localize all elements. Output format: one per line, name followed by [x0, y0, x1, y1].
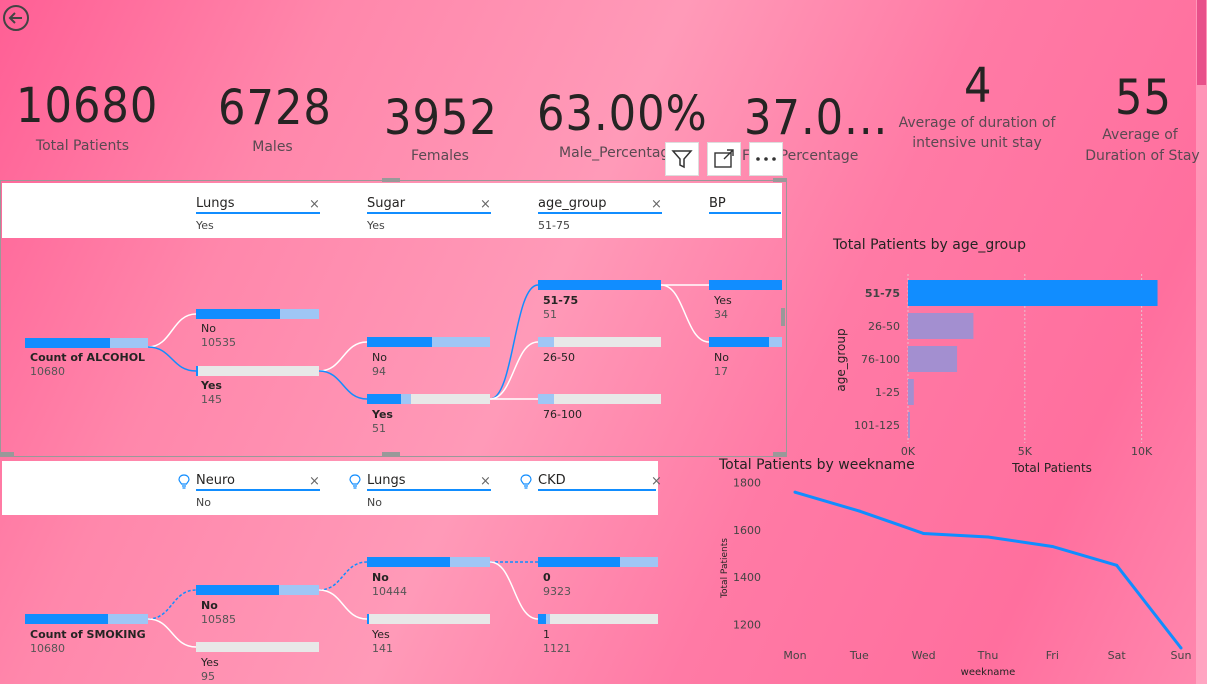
tree2-node-value: 10444 — [372, 585, 407, 598]
bar[interactable] — [908, 379, 914, 405]
tree2-node-bar[interactable] — [538, 614, 658, 624]
kpi-avg-stay-label: Average of — [1102, 127, 1178, 143]
tree2-node-label: 1 — [543, 628, 550, 641]
weekname-line-chart[interactable]: 1800 1600 1400 1200 Mon Tue Wed Thu Fri Sat Sun Tot… — [705, 478, 1195, 682]
y-tick-label: 76-100 — [861, 353, 900, 366]
x-axis-label: Total Patients — [1011, 461, 1092, 475]
x-tick-label: Sat — [1108, 649, 1127, 662]
y-tick-label: 51-75 — [865, 287, 900, 300]
data-point[interactable] — [1115, 563, 1119, 567]
series-line[interactable] — [794, 490, 1183, 649]
y-axis-label: Total Patients — [720, 538, 730, 599]
weekname-chart-title: Total Patients by weekname — [719, 457, 915, 473]
x-tick-label: 10K — [1131, 445, 1153, 458]
tree2-node-bar[interactable] — [367, 557, 490, 567]
data-point[interactable] — [922, 531, 926, 535]
age-group-chart-title: Total Patients by age_group — [833, 237, 1026, 253]
data-point[interactable] — [986, 535, 990, 539]
tree2-node-bar[interactable] — [538, 557, 658, 567]
x-tick-label: Tue — [849, 649, 869, 662]
y-axis-label: age_group — [834, 328, 848, 391]
tree2-connectors — [147, 561, 539, 648]
kpi-avg-stay-label-line2: Duration of Stay — [1085, 148, 1200, 164]
kpi-icu-duration-label-line2: intensive unit stay — [912, 135, 1042, 151]
tree2-node-value: 10585 — [201, 613, 236, 626]
data-point[interactable] — [1179, 646, 1183, 650]
x-tick-label: Thu — [977, 649, 999, 662]
data-point[interactable] — [793, 490, 797, 494]
tree2-node-value: 1121 — [543, 642, 571, 655]
tree2-node-value: 95 — [201, 670, 215, 683]
scrollbar-thumb[interactable] — [1197, 0, 1206, 85]
tree2-node-label: No — [372, 571, 389, 584]
x-tick-label: Sun — [1171, 649, 1192, 662]
y-tick-label: 1400 — [733, 571, 761, 584]
kpi-icu-duration-value: 4 — [964, 58, 993, 114]
tree2-node-label: Yes — [201, 656, 219, 669]
tree2-node-label: 0 — [543, 571, 551, 584]
scrollbar[interactable] — [1196, 0, 1207, 684]
y-tick-label: 1600 — [733, 524, 761, 537]
y-tick-label: 1200 — [733, 618, 761, 631]
tree2-node-bar[interactable] — [196, 642, 319, 652]
bar[interactable] — [908, 280, 1158, 306]
tree2-node-label: No — [201, 599, 218, 612]
tree2-node-value: 141 — [372, 642, 393, 655]
x-axis-label: weekname — [961, 667, 1016, 678]
y-tick-label: 1-25 — [875, 386, 900, 399]
tree2-node-value: 9323 — [543, 585, 571, 598]
data-point[interactable] — [1050, 544, 1054, 548]
x-tick-label: 5K — [1018, 445, 1033, 458]
kpi-avg-stay-value: 55 — [1115, 70, 1172, 126]
x-tick-label: Fri — [1046, 649, 1059, 662]
y-tick-label: 101-125 — [854, 419, 900, 432]
tree2-root-label: Count of SMOKING — [30, 628, 146, 641]
x-tick-label: Wed — [912, 649, 936, 662]
x-tick-label: Mon — [783, 649, 806, 662]
y-tick-label: 26-50 — [868, 320, 900, 333]
data-point[interactable] — [857, 509, 861, 513]
tree2-root-value: 10680 — [30, 642, 65, 655]
bar[interactable] — [908, 412, 910, 438]
kpi-icu-duration-label: Average of duration of — [898, 115, 1056, 131]
tree2-node-label: Yes — [372, 628, 390, 641]
y-tick-label: 1800 — [733, 478, 761, 490]
tree2-node-bar[interactable] — [196, 585, 319, 595]
tree2-node-bar[interactable] — [367, 614, 490, 624]
bar[interactable] — [908, 346, 958, 372]
tree2-root-bar[interactable] — [25, 614, 148, 624]
bar[interactable] — [908, 313, 974, 339]
